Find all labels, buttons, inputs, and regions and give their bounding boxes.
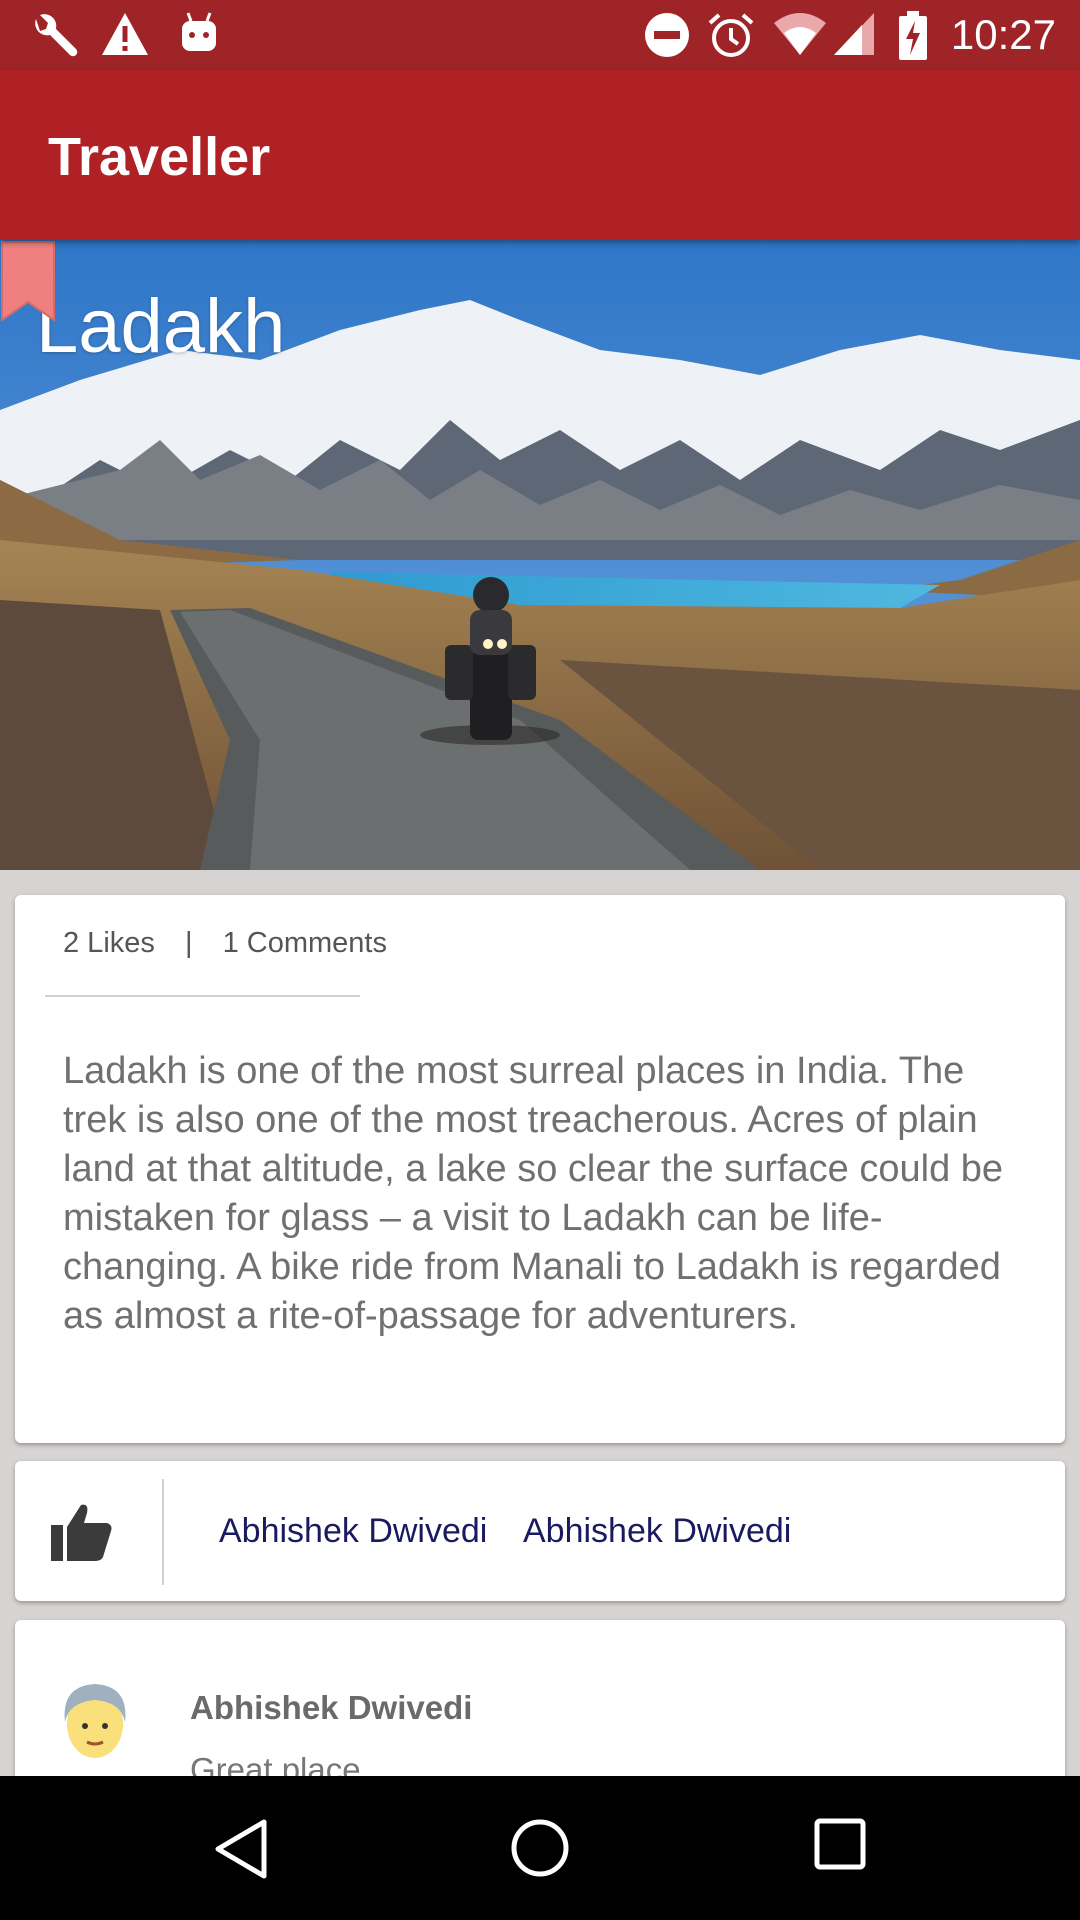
stats-divider [45, 995, 360, 997]
wifi-icon [774, 13, 826, 55]
status-bar: 10:27 [0, 0, 1080, 70]
liker-name[interactable]: Abhishek Dwivedi [523, 1511, 791, 1551]
likes-divider [162, 1479, 164, 1585]
signal-icon [834, 13, 874, 55]
battery-charging-icon [899, 11, 927, 60]
comment-author[interactable]: Abhishek Dwivedi [190, 1688, 472, 1728]
app-title: Traveller [48, 127, 271, 187]
home-icon[interactable] [510, 1818, 570, 1878]
likes-card: Abhishek Dwivedi Abhishek Dwivedi [15, 1461, 1065, 1601]
status-time: 10:27 [950, 11, 1056, 58]
warning-icon [102, 13, 148, 55]
post-info-card: 2 Likes | 1 Comments Ladakh is one of th… [15, 895, 1065, 1443]
app-bar: Traveller [0, 70, 1080, 240]
destination-title: Ladakh [36, 284, 286, 369]
android-debug-icon [182, 12, 216, 51]
post-description: Ladakh is one of the most surreal places… [63, 1050, 1004, 1337]
comments-count[interactable]: 1 Comments [223, 927, 387, 959]
recents-icon[interactable] [814, 1818, 866, 1870]
navigation-bar [0, 1776, 1080, 1920]
back-icon[interactable] [212, 1818, 272, 1880]
likes-count[interactable]: 2 Likes [63, 927, 155, 959]
bookmark-icon[interactable] [0, 240, 56, 322]
thumbs-up-icon[interactable] [49, 1501, 115, 1563]
alarm-icon [708, 13, 754, 57]
do-not-disturb-icon [645, 13, 689, 57]
wrench-icon [35, 14, 78, 57]
hero-image: Ladakh [0, 240, 1080, 870]
liker-name[interactable]: Abhishek Dwivedi [219, 1511, 487, 1551]
avatar [64, 1684, 126, 1758]
post-stats: 2 Likes | 1 Comments [63, 925, 387, 961]
stats-separator: | [184, 927, 193, 959]
